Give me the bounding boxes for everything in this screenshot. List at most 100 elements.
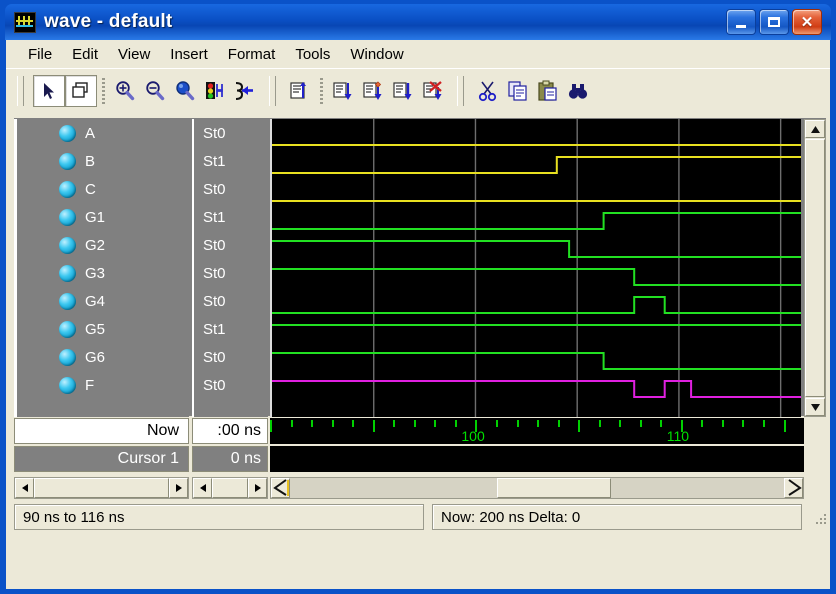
cursor-arrow-icon[interactable] xyxy=(33,75,65,107)
signal-row[interactable]: A xyxy=(17,119,189,147)
signal-value: St0 xyxy=(203,124,226,142)
toolbar-gripper-2[interactable] xyxy=(269,76,276,106)
scroll-up-arrow-icon[interactable] xyxy=(805,120,825,138)
signal-row[interactable]: B xyxy=(17,147,189,175)
ruler-tick xyxy=(557,420,560,427)
signal-row[interactable]: F xyxy=(17,371,189,399)
signal-values-pane: St0 St1 St0 St1 St0 St0 St0 St1 St0 St0 xyxy=(192,119,268,417)
cut-scissors-icon[interactable] xyxy=(473,76,503,106)
signal-row[interactable]: G4 xyxy=(17,287,189,315)
signal-name: G1 xyxy=(85,208,106,226)
scroll-left-arrow-icon[interactable] xyxy=(15,478,34,498)
insert-cursor-icon[interactable] xyxy=(285,76,315,106)
signal-row[interactable]: G1 xyxy=(17,203,189,231)
now-value-cell: :00 ns xyxy=(192,418,268,444)
waveform-trace xyxy=(272,212,801,230)
wave-hscrollbar[interactable] xyxy=(270,477,804,499)
find-prev-transition-icon[interactable] xyxy=(328,76,358,106)
maximize-button[interactable] xyxy=(759,9,789,35)
zoom-full-icon[interactable] xyxy=(170,76,200,106)
scroll-right-arrow-icon[interactable] xyxy=(784,478,803,498)
signal-row[interactable]: C xyxy=(17,175,189,203)
resize-grip-icon[interactable] xyxy=(812,510,826,524)
signal-value-row: St0 xyxy=(194,231,268,259)
paste-icon[interactable] xyxy=(533,76,563,106)
zoom-in-icon[interactable] xyxy=(110,76,140,106)
cursor-area: Now :00 ns Cursor 1 0 ns 100 110 xyxy=(14,418,826,476)
wave-vertical-scrollbar[interactable] xyxy=(804,119,826,417)
copy-icon[interactable] xyxy=(503,76,533,106)
ruler-tick xyxy=(721,420,724,427)
ruler-tick xyxy=(393,420,396,427)
ruler-tick xyxy=(701,420,704,427)
menu-edit[interactable]: Edit xyxy=(62,44,108,65)
signal-bullet-icon xyxy=(59,376,76,394)
scroll-right-arrow-icon[interactable] xyxy=(248,478,267,498)
signal-row[interactable]: G5 xyxy=(17,315,189,343)
signal-bullet-icon xyxy=(59,320,76,338)
vertical-scroll-thumb[interactable] xyxy=(805,139,825,397)
scroll-down-arrow-icon[interactable] xyxy=(805,398,825,416)
close-button[interactable]: ✕ xyxy=(792,9,822,35)
toolbar-gripper[interactable] xyxy=(17,76,24,106)
find-transition-marker-icon[interactable] xyxy=(358,76,388,106)
hscroll-track[interactable] xyxy=(212,478,248,498)
menu-insert[interactable]: Insert xyxy=(160,44,218,65)
names-hscrollbar[interactable] xyxy=(14,477,189,499)
signal-jump-icon[interactable] xyxy=(230,76,260,106)
signal-value-row: St0 xyxy=(194,343,268,371)
toolbar-group-cursor xyxy=(281,73,452,109)
menu-view[interactable]: View xyxy=(108,44,160,65)
cursor-track[interactable] xyxy=(270,446,804,472)
toolbar-group-view xyxy=(29,73,264,109)
signal-name: G2 xyxy=(85,236,106,254)
window-controls: ✕ xyxy=(726,9,822,35)
hscroll-track[interactable] xyxy=(34,478,169,498)
values-hscrollbar[interactable] xyxy=(192,477,268,499)
ruler-tick xyxy=(352,420,355,427)
zoom-out-icon[interactable] xyxy=(140,76,170,106)
signal-value-row: St1 xyxy=(194,203,268,231)
signal-value: St0 xyxy=(203,264,226,282)
scroll-left-arrow-icon[interactable] xyxy=(271,478,290,498)
now-value: :00 ns xyxy=(217,422,261,439)
ruler-tick xyxy=(290,420,293,427)
ruler-tick xyxy=(434,420,437,427)
menu-file[interactable]: File xyxy=(18,44,62,65)
hscroll-track[interactable] xyxy=(290,478,784,498)
minimize-button[interactable] xyxy=(726,9,756,35)
delete-cursor-icon[interactable] xyxy=(418,76,448,106)
cursor1-label-cell[interactable]: Cursor 1 xyxy=(14,446,189,472)
scroll-right-arrow-icon[interactable] xyxy=(169,478,188,498)
menu-window[interactable]: Window xyxy=(340,44,413,65)
waveform-plot[interactable] xyxy=(270,119,801,417)
signal-bullet-icon xyxy=(59,152,76,170)
toolbar-separator-2 xyxy=(320,78,323,104)
wave-area: A B C G1 G2 G3 G4 G5 G6 F St0 St1 St0 St… xyxy=(14,118,826,417)
signal-row[interactable]: G3 xyxy=(17,259,189,287)
signal-row[interactable]: G2 xyxy=(17,231,189,259)
signal-row[interactable]: G6 xyxy=(17,343,189,371)
ruler-tick xyxy=(762,420,765,427)
status-range-panel: 90 ns to 116 ns xyxy=(14,504,424,530)
find-binoculars-icon[interactable] xyxy=(563,76,593,106)
signal-value-row: St0 xyxy=(194,287,268,315)
scroll-left-arrow-icon[interactable] xyxy=(193,478,212,498)
ruler-tick xyxy=(639,420,642,427)
zoom-cursor-icon[interactable] xyxy=(200,76,230,106)
status-range: 90 ns to 116 ns xyxy=(23,508,125,526)
menu-tools[interactable]: Tools xyxy=(285,44,340,65)
signal-bullet-icon xyxy=(59,180,76,198)
zoom-region-icon[interactable] xyxy=(65,75,97,107)
signal-names-pane[interactable]: A B C G1 G2 G3 G4 G5 G6 F xyxy=(14,119,189,417)
signal-bullet-icon xyxy=(59,292,76,310)
signal-value: St0 xyxy=(203,236,226,254)
menu-format[interactable]: Format xyxy=(218,44,286,65)
find-next-transition-icon[interactable] xyxy=(388,76,418,106)
signal-value: St0 xyxy=(203,376,226,394)
toolbar-gripper-3[interactable] xyxy=(457,76,464,106)
ruler-tick xyxy=(454,420,457,427)
time-ruler[interactable]: 100 110 xyxy=(270,418,804,444)
toolbar-separator xyxy=(102,78,105,104)
cursor1-value-cell[interactable]: 0 ns xyxy=(192,446,268,472)
